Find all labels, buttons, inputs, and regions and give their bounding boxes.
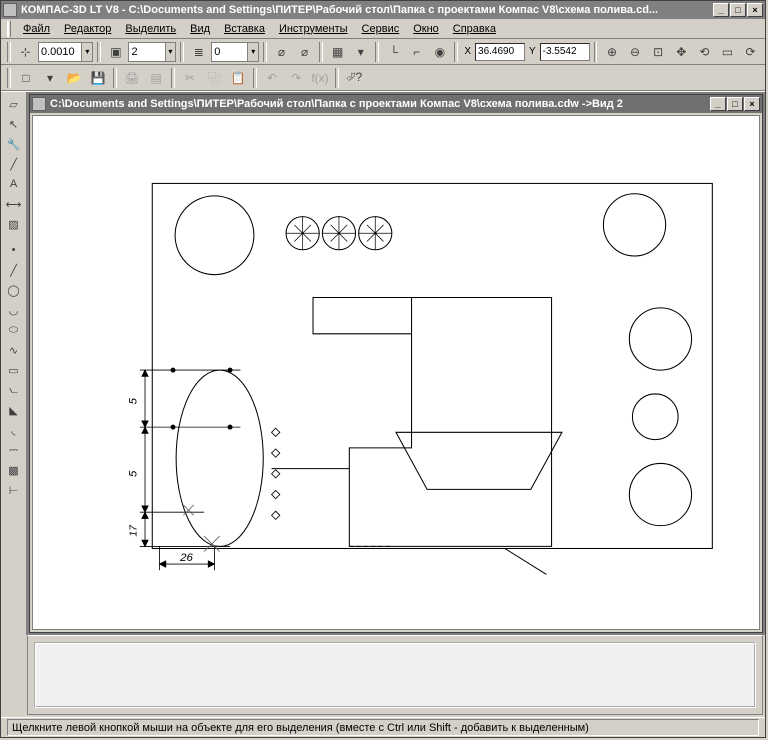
mdi-area: C:\Documents and Settings\ПИТЕР\Рабочий …	[27, 92, 765, 635]
stop-icon[interactable]: ⌀	[271, 41, 292, 63]
menu-insert[interactable]: Вставка	[218, 22, 271, 36]
variables-icon[interactable]: f(x)	[309, 67, 331, 89]
arc-icon[interactable]: ◡	[3, 300, 25, 320]
menu-bar: Файл Редактор Выделить Вид Вставка Инстр…	[1, 19, 765, 39]
menu-grip[interactable]	[7, 21, 11, 37]
dropdown-arrow-icon[interactable]: ▾	[247, 43, 258, 61]
menu-editor[interactable]: Редактор	[58, 22, 117, 36]
new-icon[interactable]: □	[15, 67, 37, 89]
menu-file[interactable]: Файл	[17, 22, 56, 36]
preview-icon[interactable]: ▤	[145, 67, 167, 89]
status-bar: Щелкните левой кнопкой мыши на объекте д…	[1, 717, 765, 737]
zoom-fit-icon[interactable]: ▭	[717, 41, 738, 63]
dim-h1: 26	[179, 552, 193, 564]
zoom-out-icon[interactable]: ⊖	[625, 41, 646, 63]
property-panel	[27, 635, 763, 715]
dim-v2: 5	[128, 470, 140, 477]
app-icon	[3, 3, 17, 17]
grid-icon[interactable]: ▦	[327, 41, 348, 63]
doc-minimize-button[interactable]: _	[710, 97, 726, 111]
toolbar-standard: □ ▾ 📂 💾 🖨 ▤ ✂ ⿻ 📋 ↶ ↷ f(x) ⮰?	[1, 65, 765, 91]
dropdown-arrow-icon[interactable]: ▾	[81, 43, 92, 61]
stop2-icon[interactable]: ⌀	[294, 41, 315, 63]
doc-icon	[32, 97, 46, 111]
geometry-icon[interactable]: ▱	[3, 94, 25, 114]
document-window: C:\Documents and Settings\ПИТЕР\Рабочий …	[29, 94, 763, 633]
copy-icon[interactable]: ⿻	[203, 67, 225, 89]
zoom-window-icon[interactable]: ⊡	[648, 41, 669, 63]
scale-combo[interactable]: ▾	[128, 42, 176, 62]
local-cs-icon[interactable]: ⌐	[406, 41, 427, 63]
step-combo[interactable]: ▾	[38, 42, 93, 62]
paste-icon[interactable]: 📋	[227, 67, 249, 89]
zoom-prev-icon[interactable]: ⟲	[694, 41, 715, 63]
circle-icon[interactable]: ◯	[3, 280, 25, 300]
ortho-icon[interactable]: └	[383, 41, 404, 63]
snap-step-icon[interactable]: ⊹	[15, 41, 36, 63]
menu-select[interactable]: Выделить	[119, 22, 182, 36]
zoom-in-icon[interactable]: ⊕	[601, 41, 622, 63]
open-icon[interactable]: 📂	[63, 67, 85, 89]
snap-icon[interactable]: ◉	[429, 41, 450, 63]
doc-title: C:\Documents and Settings\ПИТЕР\Рабочий …	[50, 98, 710, 110]
segment-icon[interactable]: ╱	[3, 260, 25, 280]
polyline-icon[interactable]: ⦦	[3, 380, 25, 400]
state-icon[interactable]: ▣	[105, 41, 126, 63]
menu-service[interactable]: Сервис	[356, 22, 406, 36]
save-icon[interactable]: 💾	[87, 67, 109, 89]
grid-dropdown-icon[interactable]: ▾	[350, 41, 371, 63]
close-button[interactable]: ×	[747, 3, 763, 17]
pan-icon[interactable]: ✥	[671, 41, 692, 63]
maximize-button[interactable]: □	[730, 3, 746, 17]
left-toolbar: ▱ ↖ 🔧 ╱ A ⟷ ▨ • ╱ ◯ ◡ ⬭ ∿ ▭ ⦦ ◣ ◟ ⎓ ▩ ⊢	[1, 92, 27, 635]
doc-close-button[interactable]: ×	[744, 97, 760, 111]
x-coord[interactable]: 36.4690	[475, 43, 525, 61]
dimension-icon[interactable]: ⟷	[3, 194, 25, 214]
hatch2-icon[interactable]: ▩	[3, 460, 25, 480]
redraw-icon[interactable]: ⟳	[740, 41, 761, 63]
minimize-button[interactable]: _	[713, 3, 729, 17]
select-arrow-icon[interactable]: ↖	[3, 114, 25, 134]
x-label: X	[462, 46, 473, 57]
step-input[interactable]	[39, 46, 81, 58]
canvas[interactable]: 5 5 17 26	[32, 115, 760, 630]
fillet-icon[interactable]: ◟	[3, 420, 25, 440]
main-titlebar: КОМПАС-3D LT V8 - C:\Documents and Setti…	[1, 1, 765, 19]
app-title: КОМПАС-3D LT V8 - C:\Documents and Setti…	[21, 4, 713, 16]
menu-help[interactable]: Справка	[447, 22, 502, 36]
menu-tools[interactable]: Инструменты	[273, 22, 354, 36]
print-icon[interactable]: 🖨	[121, 67, 143, 89]
dim-v1: 5	[128, 397, 140, 404]
axis-icon[interactable]: ⊢	[3, 480, 25, 500]
line-icon[interactable]: ╱	[3, 154, 25, 174]
scale-input[interactable]	[129, 46, 164, 58]
ellipse-icon[interactable]: ⬭	[3, 320, 25, 340]
layer-input[interactable]	[212, 46, 247, 58]
point-icon[interactable]: •	[3, 240, 25, 260]
toolbar-view: ⊹ ▾ ▣ ▾ ≣ ▾ ⌀ ⌀ ▦ ▾ └ ⌐ ◉ X 36.4690 Y -3…	[1, 39, 765, 65]
doc-maximize-button[interactable]: □	[727, 97, 743, 111]
offset-icon[interactable]: ⎓	[3, 440, 25, 460]
y-coord[interactable]: -3.5542	[540, 43, 590, 61]
menu-window[interactable]: Окно	[407, 22, 445, 36]
hatch-icon[interactable]: ▨	[3, 214, 25, 234]
property-panel-content	[34, 642, 756, 708]
layer-combo[interactable]: ▾	[211, 42, 259, 62]
wrench-icon[interactable]: 🔧	[3, 134, 25, 154]
cut-icon[interactable]: ✂	[179, 67, 201, 89]
spline-icon[interactable]: ∿	[3, 340, 25, 360]
dim-v3: 17	[129, 524, 140, 537]
new-dropdown-icon[interactable]: ▾	[39, 67, 61, 89]
menu-view[interactable]: Вид	[184, 22, 216, 36]
chamfer-icon[interactable]: ◣	[3, 400, 25, 420]
undo-icon[interactable]: ↶	[261, 67, 283, 89]
dropdown-arrow-icon[interactable]: ▾	[165, 43, 176, 61]
y-label: Y	[527, 46, 538, 57]
help-arrow-icon[interactable]: ⮰?	[343, 67, 365, 89]
redo-icon[interactable]: ↷	[285, 67, 307, 89]
status-text: Щелкните левой кнопкой мыши на объекте д…	[7, 719, 759, 736]
rectangle-icon[interactable]: ▭	[3, 360, 25, 380]
layers-icon[interactable]: ≣	[188, 41, 209, 63]
text-icon[interactable]: A	[3, 174, 25, 194]
